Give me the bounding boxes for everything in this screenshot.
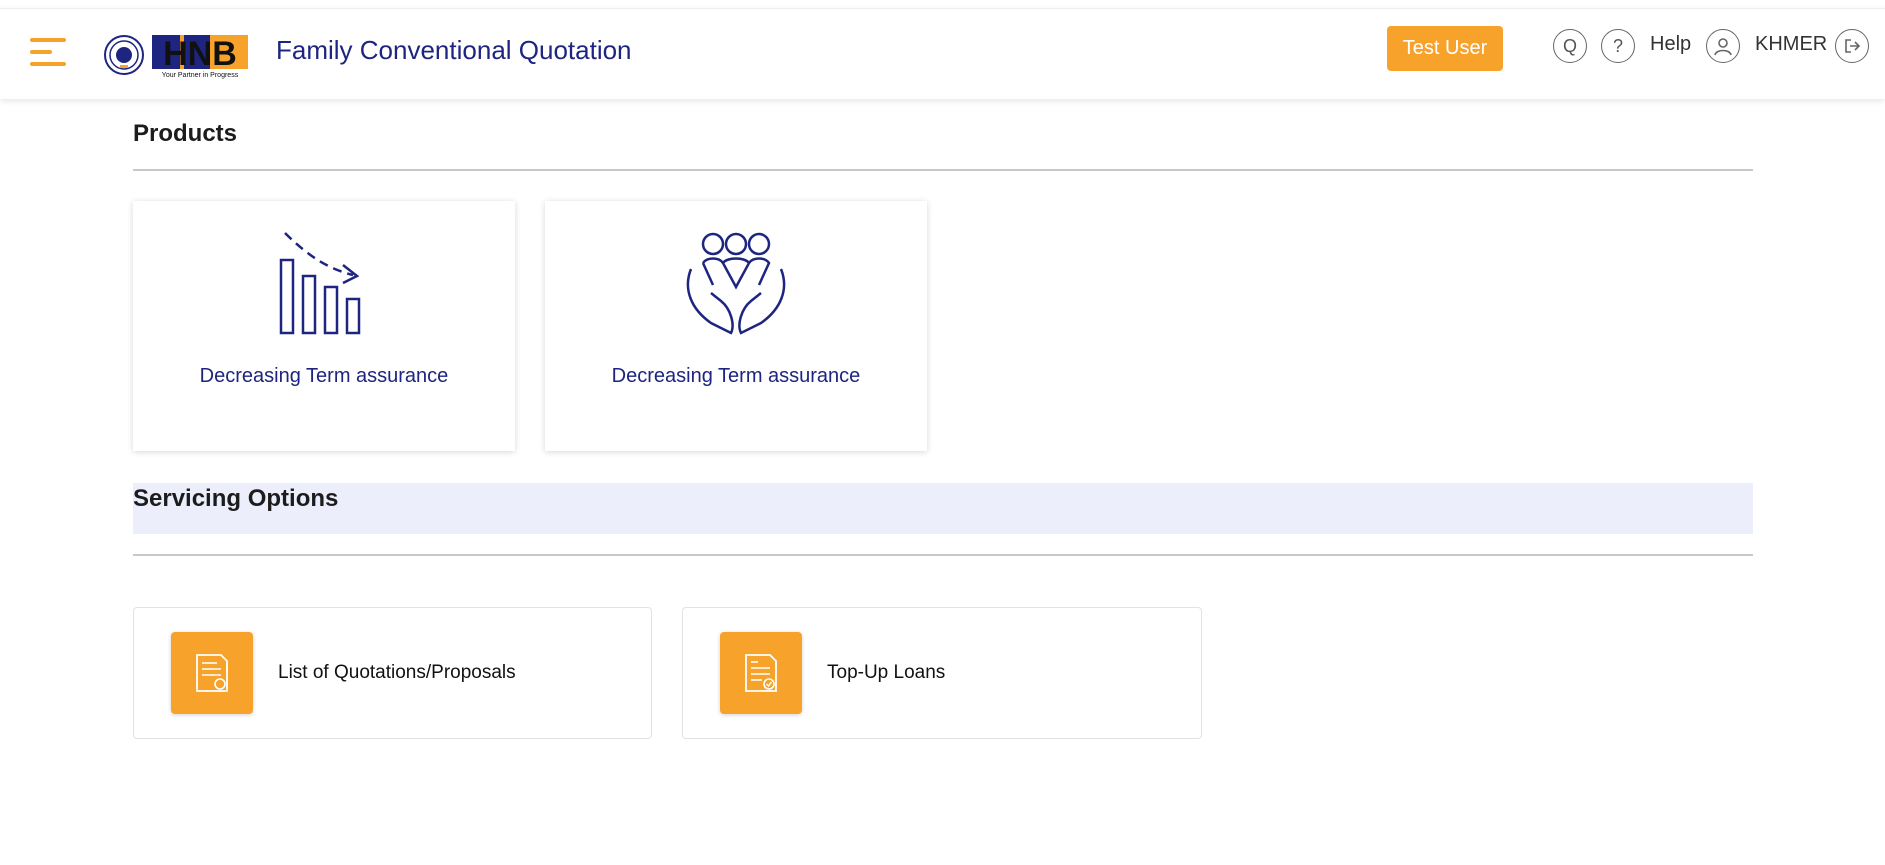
help-icon[interactable]: ? (1601, 29, 1635, 63)
svg-text:HNB: HNB (163, 35, 237, 73)
q-icon-label: Q (1562, 35, 1577, 56)
q-icon[interactable]: Q (1553, 29, 1587, 63)
help-icon-glyph: ? (1612, 35, 1623, 56)
top-header: HNB Your Partner in Progress Family Conv… (0, 8, 1885, 99)
service-card-quotations[interactable]: List of Quotations/Proposals (133, 607, 652, 739)
servicing-divider (133, 554, 1753, 556)
user-account-button[interactable]: Test User (1387, 26, 1503, 71)
product-label: Decreasing Term assurance (611, 365, 861, 387)
products-title: Products (133, 120, 238, 147)
user-profile-icon[interactable] (1706, 29, 1740, 63)
svg-text:Your Partner in Progress: Your Partner in Progress (162, 72, 239, 79)
document-check-icon (720, 632, 802, 714)
family-care-hands-icon (686, 232, 786, 335)
language-toggle[interactable]: KHMER (1755, 33, 1827, 56)
products-divider (133, 169, 1753, 171)
product-label: Decreasing Term assurance (199, 365, 449, 387)
servicing-options-title: Servicing Options (133, 485, 339, 512)
help-link[interactable]: Help (1650, 33, 1691, 56)
service-label: List of Quotations/Proposals (278, 662, 516, 683)
hamburger-menu-icon[interactable] (30, 34, 70, 70)
hnb-logo: HNB Your Partner in Progress (104, 31, 248, 79)
decreasing-bar-chart-icon (279, 232, 361, 335)
servicing-options-band: Servicing Options (133, 483, 1753, 534)
logout-icon[interactable] (1835, 29, 1869, 63)
app-title: Family Conventional Quotation (276, 35, 632, 65)
product-card-decreasing-term-1[interactable]: Decreasing Term assurance (133, 201, 515, 451)
document-list-icon (171, 632, 253, 714)
service-card-top-up-loans[interactable]: Top-Up Loans (682, 607, 1202, 739)
product-card-decreasing-term-2[interactable]: Decreasing Term assurance (545, 201, 927, 451)
service-label: Top-Up Loans (827, 662, 946, 683)
